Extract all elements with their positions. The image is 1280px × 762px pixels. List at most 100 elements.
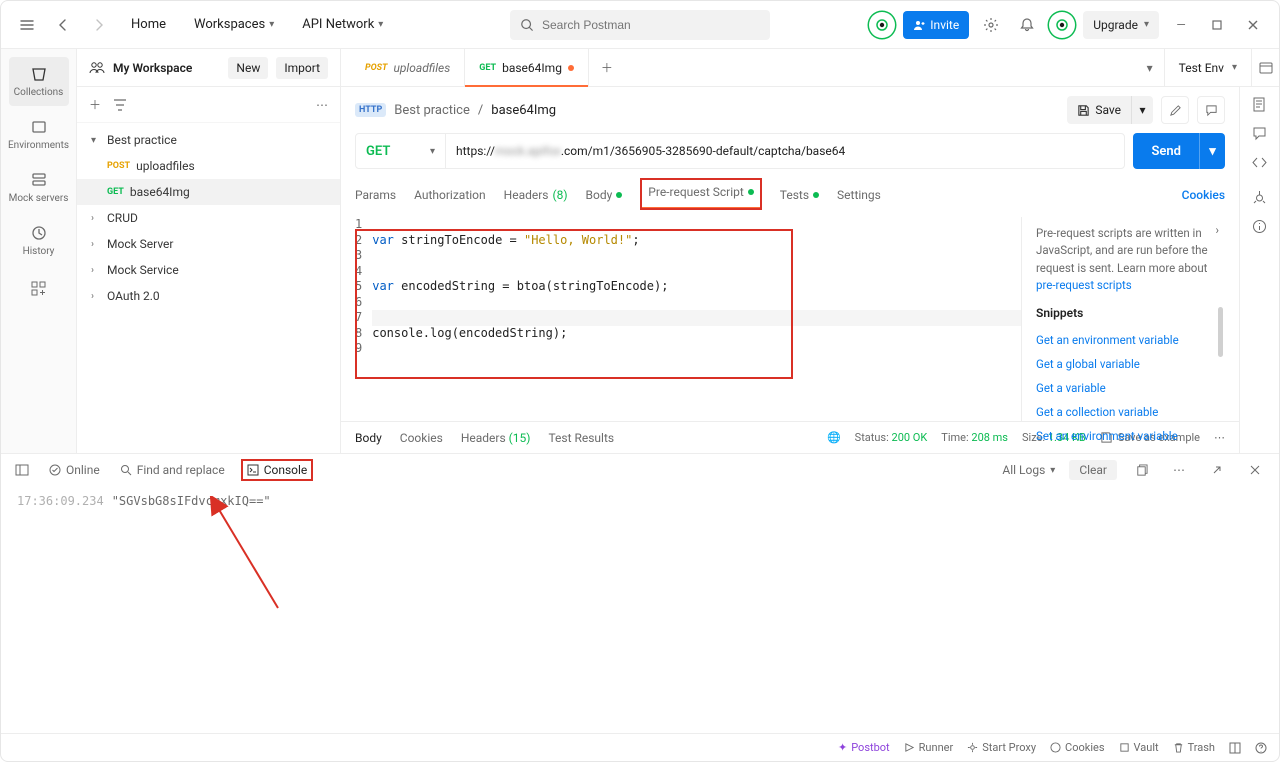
close-icon[interactable]	[1239, 11, 1267, 39]
snippet-item[interactable]: Get an environment variable	[1036, 328, 1225, 352]
find-replace[interactable]: Find and replace	[116, 459, 229, 481]
search-box[interactable]	[510, 10, 770, 40]
snippet-item[interactable]: Get a variable	[1036, 376, 1225, 400]
leftnav-history[interactable]: History	[9, 216, 69, 265]
footer-trash[interactable]: Trash	[1173, 741, 1215, 754]
send-button[interactable]: Send▾	[1133, 133, 1225, 169]
team-avatar[interactable]	[869, 12, 895, 38]
method-select[interactable]: GET▾	[356, 134, 446, 168]
tree-base64img[interactable]: GETbase64Img	[77, 179, 340, 205]
back-icon[interactable]	[49, 11, 77, 39]
tab-chevron-icon[interactable]: ▾	[1136, 54, 1164, 82]
search-input[interactable]	[542, 18, 760, 32]
footer-layout-icon[interactable]	[1229, 741, 1241, 754]
footer-cookies[interactable]: Cookies	[1050, 741, 1104, 754]
url-input[interactable]: https://mock.apifox.com/m1/3656905-32856…	[446, 134, 1124, 168]
subtab-authorization[interactable]: Authorization	[414, 179, 486, 211]
response-tab-test-results[interactable]: Test Results	[548, 431, 614, 445]
env-quicklook-icon[interactable]	[1251, 49, 1279, 86]
collapse-panel-icon[interactable]: ›	[1216, 223, 1219, 237]
maximize-icon[interactable]	[1203, 11, 1231, 39]
subtab-params[interactable]: Params	[355, 179, 396, 211]
scrollbar[interactable]	[1218, 307, 1223, 357]
notifications-icon[interactable]	[1013, 11, 1041, 39]
comment-icon[interactable]	[1197, 96, 1225, 124]
popout-icon[interactable]	[1203, 456, 1231, 484]
comments-icon[interactable]	[1252, 126, 1267, 141]
invite-button[interactable]: Invite	[903, 11, 969, 39]
sidebar-toggle-icon[interactable]	[11, 459, 33, 481]
breadcrumb-collection[interactable]: Best practice	[394, 103, 470, 118]
snippet-item[interactable]: Set an environment variable	[1036, 424, 1225, 448]
code-editor[interactable]: 123456789 var stringToEncode = "Hello, W…	[355, 217, 1021, 421]
save-button[interactable]: Save	[1067, 96, 1131, 124]
send-caret-icon[interactable]: ▾	[1199, 133, 1225, 169]
close-console-icon[interactable]	[1241, 456, 1269, 484]
info-icon[interactable]	[1252, 219, 1267, 234]
docs-icon[interactable]	[1252, 97, 1267, 112]
edit-icon[interactable]	[1161, 96, 1189, 124]
new-button[interactable]: New	[228, 57, 268, 79]
snippet-item[interactable]: Get a global variable	[1036, 352, 1225, 376]
save-icon	[1077, 104, 1090, 117]
tree-oauth[interactable]: ›OAuth 2.0	[77, 283, 340, 309]
cookies-link[interactable]: Cookies	[1182, 188, 1225, 202]
footer-postbot[interactable]: ✦ Postbot	[838, 741, 890, 754]
more-icon[interactable]: ⋯	[316, 98, 328, 112]
snippet-item[interactable]: Get a collection variable	[1036, 400, 1225, 424]
tab-base64img[interactable]: GETbase64Img	[465, 49, 589, 86]
leftnav-mock-servers[interactable]: Mock servers	[9, 163, 69, 212]
proxy-icon	[967, 742, 978, 753]
console-tab[interactable]: Console	[241, 459, 314, 481]
subtab-tests[interactable]: Tests	[780, 179, 819, 211]
subtab-settings[interactable]: Settings	[837, 179, 881, 211]
import-button[interactable]: Import	[276, 57, 328, 79]
leftnav-collections[interactable]: Collections	[9, 57, 69, 106]
response-tab-body[interactable]: Body	[355, 431, 382, 445]
clear-button[interactable]: Clear	[1069, 460, 1117, 480]
tree-mock-service[interactable]: ›Mock Service	[77, 257, 340, 283]
response-tab-cookies[interactable]: Cookies	[400, 431, 443, 445]
add-icon[interactable]: ＋	[89, 96, 101, 113]
environments-icon	[30, 118, 48, 136]
console-message: "SGVsbG8sIFdvcmxkIQ=="	[112, 494, 271, 508]
footer-vault[interactable]: Vault	[1119, 741, 1159, 754]
subtab-headers[interactable]: Headers (8)	[504, 179, 568, 211]
tab-add[interactable]: ＋	[589, 49, 625, 86]
network-icon[interactable]: 🌐	[827, 431, 841, 444]
footer-help-icon[interactable]	[1255, 741, 1267, 754]
more-icon[interactable]: ⋯	[1165, 456, 1193, 484]
nav-workspaces[interactable]: Workspaces▾	[184, 11, 284, 38]
forward-icon[interactable]	[85, 11, 113, 39]
settings-icon[interactable]	[977, 11, 1005, 39]
footer-start-proxy[interactable]: Start Proxy	[967, 741, 1036, 754]
tree-mock-server[interactable]: ›Mock Server	[77, 231, 340, 257]
footer-runner[interactable]: Runner	[904, 741, 954, 754]
code-icon[interactable]	[1252, 155, 1267, 170]
environment-select[interactable]: Test Env▾	[1164, 49, 1251, 86]
filter-icon[interactable]	[113, 98, 127, 112]
menu-icon[interactable]	[13, 11, 41, 39]
configure-icon	[31, 281, 47, 297]
status-online[interactable]: Online	[45, 459, 104, 481]
subtab-prerequest[interactable]: Pre-request Script	[640, 178, 761, 210]
nav-home[interactable]: Home	[121, 11, 176, 38]
subtab-body[interactable]: Body	[586, 179, 623, 211]
user-avatar[interactable]	[1049, 12, 1075, 38]
nav-api-network[interactable]: API Network▾	[292, 11, 393, 38]
collection-tree: ▾Best practice POSTuploadfiles GETbase64…	[77, 123, 340, 453]
save-caret[interactable]: ▾	[1131, 96, 1153, 124]
copy-icon[interactable]	[1127, 456, 1155, 484]
leftnav-configure[interactable]	[9, 273, 69, 305]
leftnav-environments[interactable]: Environments	[9, 110, 69, 159]
related-icon[interactable]	[1252, 190, 1267, 205]
response-tab-headers[interactable]: Headers (15)	[461, 431, 531, 445]
tree-uploadfiles[interactable]: POSTuploadfiles	[77, 153, 340, 179]
upgrade-button[interactable]: Upgrade▾	[1083, 11, 1159, 39]
tree-crud[interactable]: ›CRUD	[77, 205, 340, 231]
minimize-icon[interactable]: ―	[1167, 11, 1195, 39]
tree-best-practice[interactable]: ▾Best practice	[77, 127, 340, 153]
tab-uploadfiles[interactable]: POSTuploadfiles	[351, 49, 465, 86]
prerequest-docs-link[interactable]: pre-request scripts	[1036, 278, 1132, 292]
all-logs-filter[interactable]: All Logs ▾	[998, 459, 1059, 481]
